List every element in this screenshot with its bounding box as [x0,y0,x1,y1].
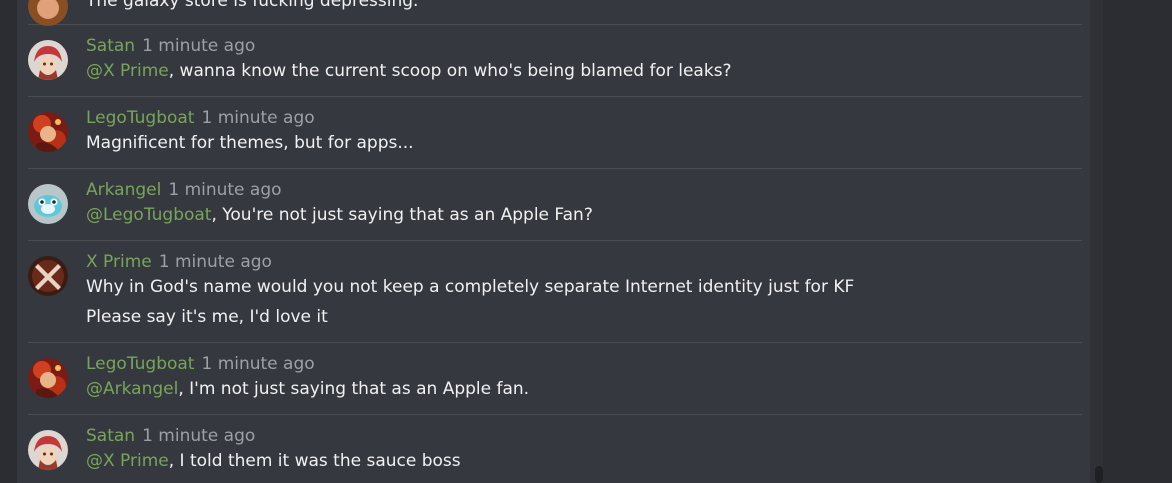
username-link[interactable]: LegoTugboat [86,354,194,374]
user-avatar-legotugboat[interactable] [28,112,68,152]
chat-message: The galaxy store is fucking depressing. [28,0,1082,26]
user-avatar-arkangel[interactable] [28,184,68,224]
user-avatar-satan[interactable] [28,40,68,80]
message-header: Arkangel 1 minute ago [86,180,282,200]
username-link[interactable]: LegoTugboat [86,108,194,128]
mention-link[interactable]: @X Prime [86,451,169,471]
message-header: Satan 1 minute ago [86,36,255,56]
chat-message: Satan 1 minute ago @X Prime, I told them … [28,414,1082,483]
chat-message: LegoTugboat 1 minute ago @Arkangel, I'm n… [28,342,1082,415]
scroll-track[interactable] [1090,0,1103,483]
message-text: The galaxy store is fucking depressing. [86,0,419,11]
message-timestamp: 1 minute ago [168,180,282,200]
message-text: @X Prime, wanna know the current scoop o… [86,61,732,81]
legotugboat-avatar-icon [28,358,68,398]
chat-message: X Prime 1 minute ago Why in God's name wo… [28,240,1082,343]
message-header: X Prime 1 minute ago [86,252,272,272]
message-timestamp: 1 minute ago [142,36,256,56]
username-link[interactable]: Satan [86,36,135,56]
message-text: @Arkangel, I'm not just saying that as a… [86,379,530,399]
username-link[interactable]: X Prime [86,252,152,272]
message-text: Why in God's name would you not keep a c… [86,277,855,297]
message-text: @X Prime, I told them it was the sauce b… [86,451,461,471]
message-header: LegoTugboat 1 minute ago [86,354,315,374]
legotugboat-avatar-icon [28,112,68,152]
chat-message: Arkangel 1 minute ago @LegoTugboat, You'r… [28,168,1082,241]
user-avatar[interactable] [28,0,68,26]
message-timestamp: 1 minute ago [142,426,256,446]
satan-avatar-icon [28,40,68,80]
user-avatar-x-prime[interactable] [28,256,68,296]
message-timestamp: 1 minute ago [201,354,315,374]
mention-link[interactable]: @Arkangel [86,379,178,399]
chat-message: LegoTugboat 1 minute ago Magnificent for … [28,96,1082,169]
message-text: Magnificent for themes, but for apps... [86,133,414,153]
user-avatar-satan[interactable] [28,430,68,470]
avatar-icon [28,0,68,26]
username-link[interactable]: Satan [86,426,135,446]
message-timestamp: 1 minute ago [158,252,272,272]
chat-window: The galaxy store is fucking depressing. … [0,0,1172,483]
mention-link[interactable]: @LegoTugboat [86,205,211,225]
username-link[interactable]: Arkangel [86,180,161,200]
message-timestamp: 1 minute ago [201,108,315,128]
user-avatar-legotugboat[interactable] [28,358,68,398]
message-text: Please say it's me, I'd love it [86,307,328,327]
satan-avatar-icon [28,430,68,470]
chat-message: Satan 1 minute ago @X Prime, wanna know t… [28,24,1082,97]
message-text: @LegoTugboat, You're not just saying tha… [86,205,593,225]
scrollbar-thumb[interactable] [1095,466,1103,483]
message-header: LegoTugboat 1 minute ago [86,108,315,128]
x-prime-avatar-icon [28,256,68,296]
chat-message-list[interactable]: The galaxy store is fucking depressing. … [17,0,1103,483]
arkangel-avatar-icon [28,184,68,224]
message-header: Satan 1 minute ago [86,426,255,446]
mention-link[interactable]: @X Prime [86,61,169,81]
